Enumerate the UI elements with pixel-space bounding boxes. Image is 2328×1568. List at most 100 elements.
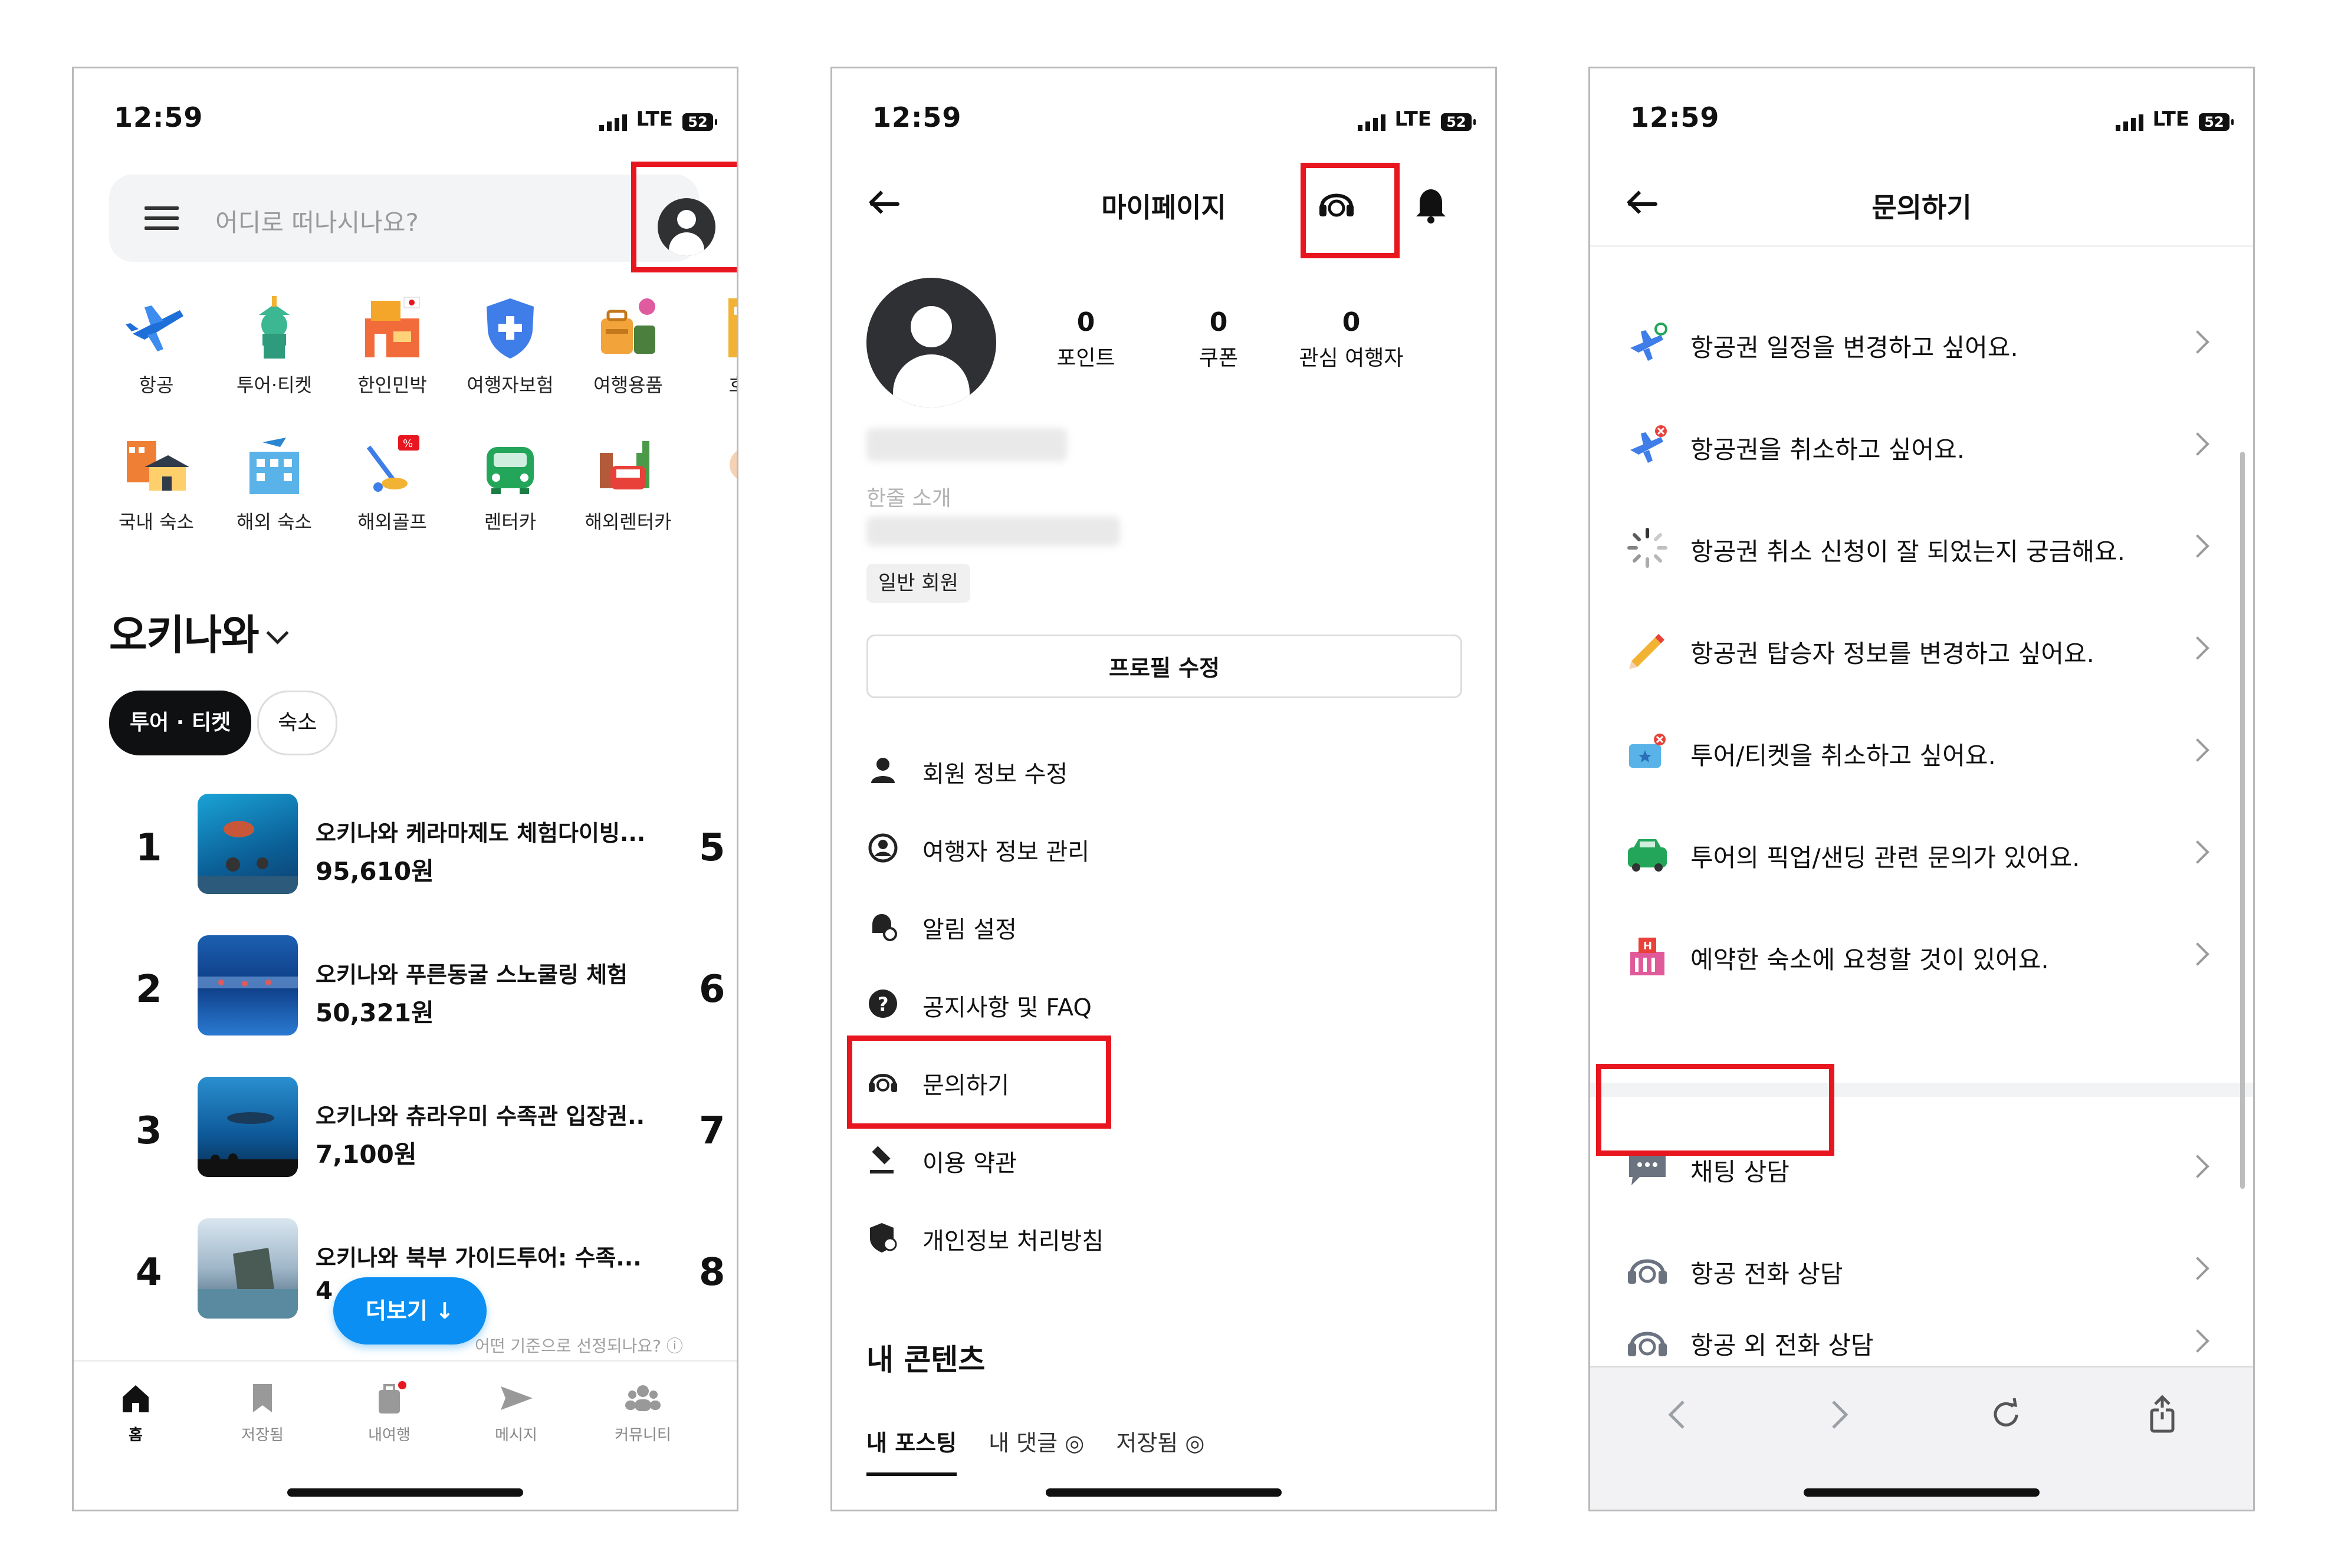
- content-tabs: 내 포스팅 내 댓글 ◎ 저장됨 ◎: [866, 1425, 1204, 1476]
- search-bar[interactable]: 어디로 떠나시나요?: [109, 175, 715, 262]
- tab-my-posts[interactable]: 내 포스팅: [866, 1425, 957, 1476]
- category-overseas-rentcar[interactable]: 해외렌터카: [569, 429, 687, 534]
- tab-home[interactable]: 홈: [77, 1380, 195, 1445]
- status-bar: 12:59 LTE 52: [1630, 101, 2234, 137]
- item-title: 오키나와 츄라우미 수족관 입장권...: [316, 1103, 646, 1129]
- share-icon[interactable]: [2139, 1391, 2186, 1438]
- stat-value: 0: [1342, 307, 1361, 337]
- blurred-email: [866, 517, 1120, 546]
- category-rentcar[interactable]: 렌터카: [451, 429, 569, 534]
- category-label: 여행자보험: [467, 374, 554, 396]
- status-time: 12:59: [1630, 101, 1720, 133]
- interested-travelers-stat[interactable]: 0 관심 여행자: [1292, 307, 1410, 372]
- menu-item-notification-settings[interactable]: 알림 설정: [866, 896, 1456, 955]
- tab-label: 저장됨: [241, 1426, 284, 1444]
- menu-item-notice-faq[interactable]: ? 공지사항 및 FAQ: [866, 974, 1456, 1033]
- svg-text:?: ?: [878, 993, 889, 1015]
- tab-saved[interactable]: 저장됨: [203, 1380, 321, 1445]
- menu-item-privacy[interactable]: 개인정보 처리방침: [866, 1208, 1456, 1267]
- tab-label: 저장됨: [1116, 1430, 1178, 1456]
- mypage-screen: 12:59 LTE 52 마이페이지 0 포인트 0 쿠폰 0 관심 여행자 한…: [830, 67, 1497, 1511]
- blurred-username: [866, 428, 1067, 461]
- item-price: 4: [316, 1276, 333, 1305]
- menu-icon[interactable]: [145, 206, 179, 230]
- bell-icon[interactable]: [1410, 183, 1452, 225]
- intro-label: 한줄 소개: [866, 486, 951, 511]
- category-overseas-stay[interactable]: 해외 숙소: [215, 429, 333, 534]
- chip-stay[interactable]: 숙소: [257, 691, 338, 755]
- faq-item-cancel-status[interactable]: 항공권 취소 신청이 잘 되었는지 궁금해요.: [1590, 497, 2253, 597]
- category-hotel[interactable]: 호텔: [687, 292, 737, 397]
- points-stat[interactable]: 0 포인트: [1027, 307, 1145, 372]
- category-tour[interactable]: 투어·티켓: [215, 292, 333, 397]
- faq-item-passenger-info[interactable]: 항공권 탑승자 정보를 변경하고 싶어요.: [1590, 599, 2253, 699]
- car-icon: [1626, 832, 1669, 876]
- home-indicator: [287, 1488, 523, 1497]
- chevron-right-icon: [2186, 534, 2209, 558]
- menu-item-traveler-info[interactable]: 여행자 정보 관리: [866, 818, 1456, 877]
- tab-messages[interactable]: 메시지: [457, 1380, 575, 1445]
- chevron-right-icon: [2186, 636, 2209, 660]
- faq-item-hotel-request[interactable]: H 예약한 숙소에 요청할 것이 있어요.: [1590, 905, 2253, 1005]
- faq-label: 항공권 탑승자 정보를 변경하고 싶어요.: [1690, 639, 2094, 668]
- chip-tour-ticket[interactable]: 투어 · 티켓: [109, 691, 252, 755]
- region-name[interactable]: 오키나와: [109, 611, 260, 659]
- faq-item-pickup[interactable]: 투어의 픽업/샌딩 관련 문의가 있어요.: [1590, 803, 2253, 903]
- airplane-refresh-icon: [1626, 322, 1669, 366]
- browser-back-icon[interactable]: [1655, 1391, 1702, 1438]
- category-label: 항공: [139, 374, 174, 396]
- coupons-stat[interactable]: 0 쿠폰: [1160, 307, 1278, 372]
- tab-my-trips[interactable]: 내여행: [330, 1380, 448, 1445]
- menu-item-member-info[interactable]: 회원 정보 수정: [866, 741, 1456, 800]
- contact-label: 항공 외 전화 상담: [1690, 1331, 1874, 1360]
- edit-profile-button[interactable]: 프로필 수정: [866, 635, 1462, 698]
- airplane-icon: [121, 292, 192, 363]
- category-golf[interactable]: % 해외골프: [333, 429, 451, 534]
- faq-item-change-flight[interactable]: 항공권 일정을 변경하고 싶어요.: [1590, 292, 2253, 393]
- rank-number: 6: [699, 968, 725, 1011]
- list-item[interactable]: 3 오키나와 츄라우미 수족관 입장권... 7,100원 7: [109, 1077, 737, 1195]
- reload-icon[interactable]: [1982, 1391, 2030, 1438]
- contact-flight-phone[interactable]: 항공 전화 상담: [1590, 1219, 2253, 1319]
- tab-community[interactable]: 커뮤니티: [584, 1380, 702, 1445]
- header-divider: [1590, 245, 2253, 247]
- contact-other-phone[interactable]: 항공 외 전화 상담: [1590, 1321, 2253, 1366]
- category-label: 투어·티켓: [237, 374, 312, 396]
- menu-label: 알림 설정: [922, 916, 1017, 944]
- faq-item-cancel-tour[interactable]: 투어/티켓을 취소하고 싶어요.: [1590, 701, 2253, 801]
- tab-saved[interactable]: 저장됨 ◎: [1116, 1425, 1204, 1476]
- chevron-right-icon: [2186, 432, 2209, 456]
- battery-icon: 52: [2199, 113, 2234, 131]
- item-price: 50,321원: [316, 998, 434, 1027]
- overseas-car-icon: [593, 429, 664, 500]
- category-domestic-stay[interactable]: 국내 숙소: [97, 429, 215, 534]
- loading-spinner-icon: [1626, 526, 1669, 570]
- send-icon: [498, 1380, 534, 1416]
- signal-bars-icon: [599, 114, 627, 131]
- category-label: 캠: [687, 507, 737, 534]
- headset-icon: [1626, 1248, 1669, 1292]
- list-item[interactable]: 2 오키나와 푸른동굴 스노쿨링 체험 50,321원 6: [109, 935, 737, 1053]
- category-travel-goods[interactable]: 여행용품: [569, 292, 687, 397]
- category-more[interactable]: 캠: [687, 429, 737, 534]
- tab-my-comments[interactable]: 내 댓글 ◎: [989, 1425, 1084, 1476]
- category-flight[interactable]: 항공: [97, 292, 215, 397]
- scrollbar[interactable]: [2240, 452, 2245, 1189]
- region-selector[interactable]: 오키나와: [109, 602, 289, 662]
- domestic-stay-icon: [121, 429, 192, 500]
- selection-criteria-link[interactable]: 어떤 기준으로 선정되나요? ⓘ: [475, 1333, 683, 1357]
- menu-label: 공지사항 및 FAQ: [922, 994, 1092, 1021]
- faq-item-cancel-flight[interactable]: 항공권을 취소하고 싶어요.: [1590, 395, 2253, 495]
- hotel-icon: [711, 292, 737, 363]
- search-placeholder[interactable]: 어디로 떠나시나요?: [215, 203, 419, 239]
- suitcase-icon: [372, 1380, 407, 1416]
- category-insurance[interactable]: 여행자보험: [451, 292, 569, 397]
- category-minbak[interactable]: 한인민박: [333, 292, 451, 397]
- menu-label: 여행자 정보 관리: [922, 839, 1090, 866]
- avatar[interactable]: [866, 278, 996, 407]
- menu-item-terms[interactable]: 이용 약관: [866, 1130, 1456, 1189]
- ticket-cancel-icon: [1626, 730, 1669, 774]
- browser-forward-icon[interactable]: [1814, 1391, 1861, 1438]
- more-button[interactable]: 더보기 ↓: [333, 1277, 487, 1345]
- list-item[interactable]: 1 오키나와 케라마제도 체험다이빙... 95,610원 5: [109, 794, 737, 912]
